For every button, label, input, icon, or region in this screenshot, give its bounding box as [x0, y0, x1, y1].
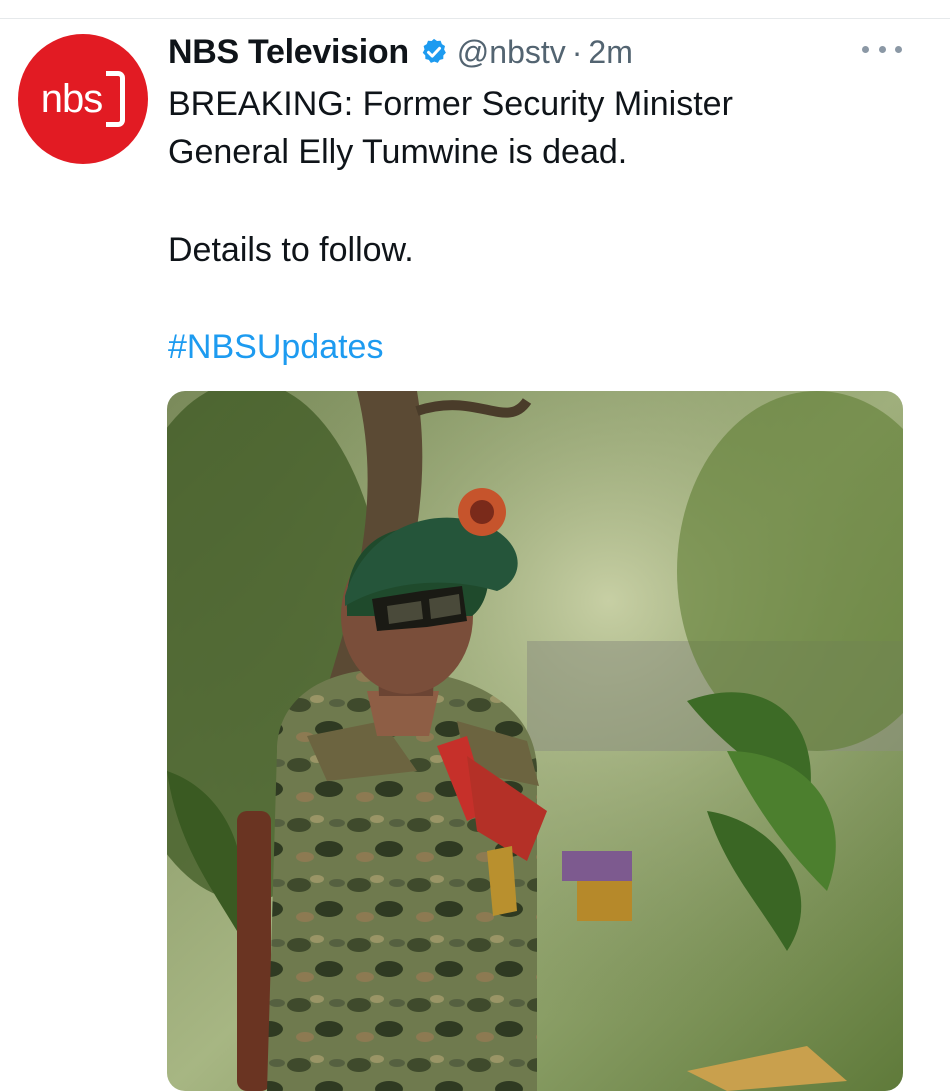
tweet-text-line: General Elly Tumwine is dead. [168, 133, 628, 171]
verified-badge-icon [422, 38, 446, 63]
tweet-text: BREAKING: Former Security Minister Gener… [168, 80, 928, 176]
tweet-text-line: BREAKING: Former Security Minister [168, 85, 733, 123]
timestamp[interactable]: 2m [588, 34, 632, 71]
photo-illustration [167, 391, 903, 1091]
avatar[interactable]: nbs [18, 34, 148, 164]
tweet-photo[interactable] [167, 391, 903, 1091]
nbs-logo-icon: nbs [41, 71, 126, 127]
separator-dot: · [571, 33, 583, 70]
more-options-icon[interactable] [862, 36, 902, 62]
user-handle[interactable]: @nbstv [457, 34, 566, 71]
top-divider [0, 18, 950, 19]
tweet-details-line: Details to follow. [168, 231, 414, 269]
tweet-header: NBS Television @nbstv · 2m [168, 30, 633, 74]
logo-text: nbs [40, 76, 103, 121]
display-name[interactable]: NBS Television [168, 33, 409, 72]
hashtag-link[interactable]: #NBSUpdates [168, 323, 383, 371]
